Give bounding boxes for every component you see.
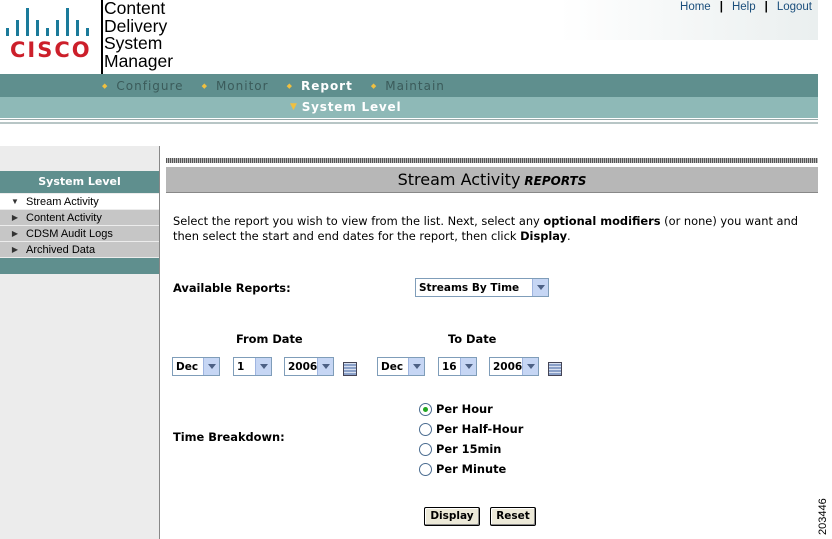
bullet-icon: ◆ — [201, 81, 207, 90]
to-month-select[interactable]: Dec — [377, 357, 425, 376]
from-year-select[interactable]: 2006 — [284, 357, 334, 376]
subnav-system-level[interactable]: ▼ System Level — [290, 100, 401, 114]
sidebar-item-stream-activity[interactable]: ▼ Stream Activity — [0, 194, 159, 210]
select-value: 1 — [237, 360, 245, 373]
nav-maintain[interactable]: ◆ Maintain — [371, 79, 445, 93]
radio-per-half-hour[interactable]: Per Half-Hour — [419, 422, 523, 436]
radio-button[interactable] — [419, 402, 432, 416]
radio-per-hour[interactable]: Per Hour — [419, 402, 493, 416]
dropdown-arrow-icon — [460, 358, 476, 375]
dropdown-arrow-icon — [317, 358, 333, 375]
expand-right-icon: ▶ — [11, 213, 19, 222]
dropdown-arrow-icon — [255, 358, 271, 375]
logout-link[interactable]: Logout — [777, 1, 812, 13]
report-select[interactable]: Streams By Time — [415, 278, 549, 297]
sidebar-item-label: Stream Activity — [26, 195, 99, 208]
from-date-label: From Date — [236, 332, 303, 346]
app-name: Content Delivery System Manager — [104, 0, 173, 70]
from-calendar-icon[interactable] — [343, 362, 357, 376]
link-separator: | — [719, 1, 723, 13]
page-title-bar: Stream Activity REPORTS — [166, 167, 818, 193]
instructions-emphasis: Display — [520, 229, 568, 243]
top-links: Home | Help | Logout — [680, 1, 812, 13]
dropdown-arrow-icon — [522, 358, 538, 375]
sub-nav: ▼ System Level — [0, 97, 818, 118]
instructions-text: . — [567, 229, 571, 243]
instructions: Select the report you wish to view from … — [173, 214, 813, 244]
cisco-bridge-icon — [6, 8, 100, 36]
bullet-icon: ◆ — [286, 81, 292, 90]
instructions-text: Select the report you wish to view from … — [173, 214, 544, 228]
to-year-select[interactable]: 2006 — [489, 357, 539, 376]
nav-label: Maintain — [385, 78, 445, 93]
bullet-icon: ◆ — [370, 81, 377, 90]
sidebar-item-label: Archived Data — [26, 243, 96, 256]
nav-label: Report — [300, 78, 353, 93]
sidebar-item-label: Content Activity — [26, 211, 102, 224]
select-value: Dec — [176, 360, 199, 373]
figure-id: 203446 — [817, 498, 829, 535]
nav-label: Monitor — [215, 78, 269, 93]
cisco-wordmark: CISCO — [10, 38, 92, 62]
time-breakdown-label: Time Breakdown: — [173, 430, 285, 444]
radio-button[interactable] — [419, 422, 432, 436]
radio-button[interactable] — [419, 462, 432, 476]
main-nav: ◆ Configure ◆ Monitor ◆ Report ◆ Maintai… — [0, 74, 818, 97]
radio-label: Per Minute — [436, 462, 507, 476]
radio-per-minute[interactable]: Per Minute — [419, 462, 506, 476]
expand-down-icon: ▼ — [11, 197, 19, 206]
cisco-logo: CISCO — [0, 0, 102, 74]
to-calendar-icon[interactable] — [548, 362, 562, 376]
select-value: 2006 — [493, 360, 522, 373]
radio-label: Per Half-Hour — [436, 422, 524, 436]
sidebar-item-archived-data[interactable]: ▶ Archived Data — [0, 242, 159, 258]
home-link[interactable]: Home — [680, 1, 711, 13]
select-value: Streams By Time — [419, 281, 520, 294]
app-name-line: Content — [104, 0, 166, 18]
from-month-select[interactable]: Dec — [172, 357, 220, 376]
sidebar-list: ▼ Stream Activity ▶ Content Activity ▶ C… — [0, 194, 159, 258]
radio-label: Per 15min — [436, 442, 502, 456]
available-reports-label: Available Reports: — [173, 281, 291, 295]
instructions-emphasis: optional modifiers — [543, 214, 661, 228]
panel-stripe — [166, 158, 818, 163]
page-title: Stream Activity — [397, 170, 521, 189]
nav-configure[interactable]: ◆ Configure — [102, 79, 184, 93]
select-value: 16 — [442, 360, 457, 373]
link-separator: | — [764, 1, 768, 13]
reset-button[interactable]: Reset — [490, 507, 536, 526]
nav-divider — [0, 119, 818, 120]
select-value: Dec — [381, 360, 404, 373]
display-button[interactable]: Display — [424, 507, 480, 526]
sidebar-item-content-activity[interactable]: ▶ Content Activity — [0, 210, 159, 226]
bullet-icon: ◆ — [102, 81, 108, 90]
sidebar-footer — [0, 258, 159, 274]
to-day-select[interactable]: 16 — [438, 357, 477, 376]
sidebar-item-cdsm-audit-logs[interactable]: ▶ CDSM Audit Logs — [0, 226, 159, 242]
logo-divider — [101, 0, 103, 74]
nav-monitor[interactable]: ◆ Monitor — [202, 79, 269, 93]
sidebar-divider — [159, 146, 160, 539]
expand-right-icon: ▶ — [11, 229, 19, 238]
help-link[interactable]: Help — [732, 1, 756, 13]
nav-divider — [0, 122, 818, 124]
to-date-label: To Date — [448, 332, 497, 346]
sidebar-heading: System Level — [0, 171, 159, 193]
radio-per-15min[interactable]: Per 15min — [419, 442, 501, 456]
from-day-select[interactable]: 1 — [233, 357, 272, 376]
chevron-down-icon: ▼ — [290, 102, 298, 112]
radio-label: Per Hour — [436, 402, 493, 416]
expand-right-icon: ▶ — [11, 245, 19, 254]
select-value: 2006 — [288, 360, 317, 373]
dropdown-arrow-icon — [203, 358, 219, 375]
radio-button[interactable] — [419, 442, 432, 456]
sidebar-item-label: CDSM Audit Logs — [26, 227, 113, 240]
subnav-label: System Level — [301, 100, 402, 114]
dropdown-arrow-icon — [408, 358, 424, 375]
nav-label: Configure — [116, 78, 184, 93]
app-name-line: Manager — [104, 50, 174, 71]
dropdown-arrow-icon — [532, 279, 548, 296]
nav-report[interactable]: ◆ Report — [287, 79, 353, 93]
page-title-suffix: REPORTS — [524, 174, 587, 188]
